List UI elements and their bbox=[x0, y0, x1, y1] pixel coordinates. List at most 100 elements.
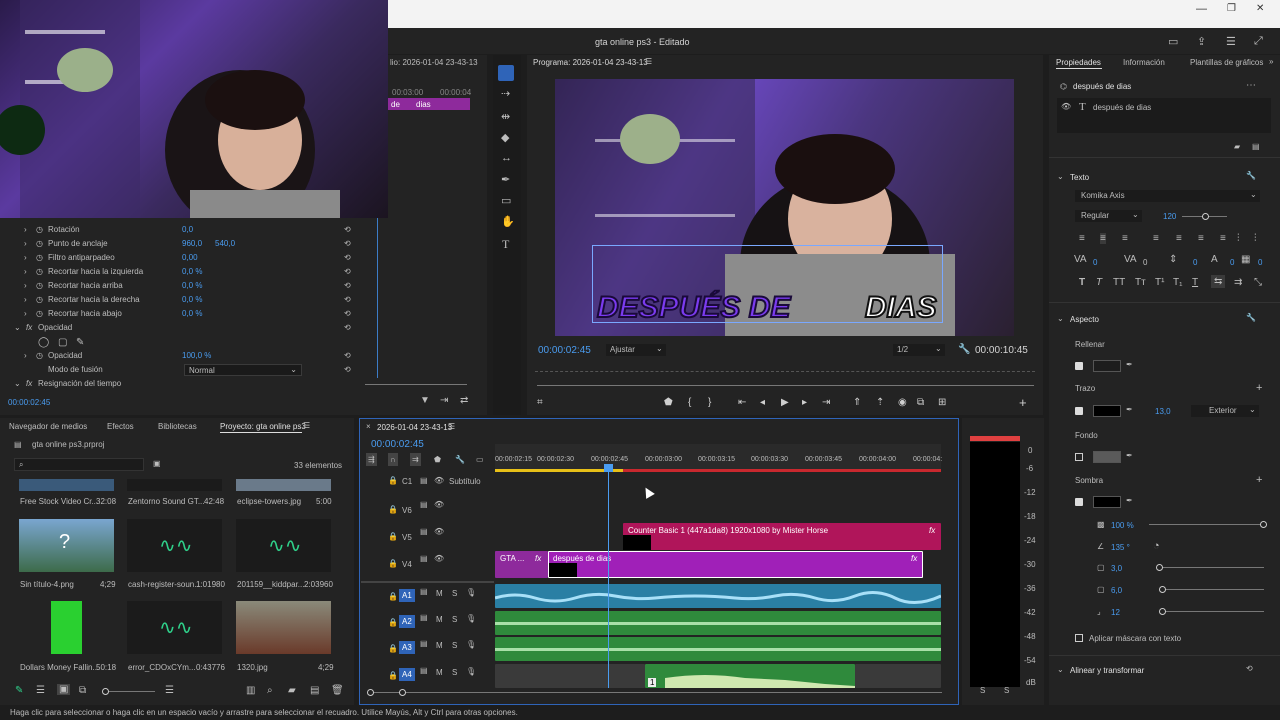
thumb-201159[interactable]: ∿∿ bbox=[236, 519, 331, 572]
ec-opacity-row[interactable]: › ◷ Opacidad 100,0 % ⟲ bbox=[14, 351, 354, 365]
justify-left-icon[interactable]: ≡ bbox=[1153, 233, 1159, 244]
fullscreen-icon[interactable]: ⤢ bbox=[1254, 35, 1263, 48]
reset-icon[interactable]: ⟲ bbox=[344, 253, 351, 262]
item-name[interactable]: error_CDOxCYm... bbox=[128, 663, 196, 672]
new-layer-icon[interactable]: ▤ bbox=[1252, 142, 1260, 151]
item-name[interactable]: eclipse-towers.jpg bbox=[237, 497, 301, 506]
shadow-size[interactable]: 6,0 bbox=[1111, 586, 1122, 595]
ec-row-value[interactable]: 960,0 bbox=[182, 239, 202, 248]
rect-mask-icon[interactable]: ▢ bbox=[58, 337, 67, 348]
panel-menu-icon[interactable]: ☰ bbox=[303, 421, 310, 430]
lock-icon[interactable]: 🔒 bbox=[388, 476, 398, 485]
ec-row-value[interactable]: 0,0 % bbox=[182, 295, 202, 304]
project-search-input[interactable]: ⌕ bbox=[14, 458, 144, 471]
lock-icon[interactable]: 🔒 bbox=[388, 505, 398, 514]
sync-icon[interactable]: ▤ bbox=[420, 639, 428, 648]
step-back-icon[interactable]: ◂ bbox=[760, 397, 765, 408]
program-scrubber[interactable] bbox=[535, 362, 1035, 372]
ec-row[interactable]: › ◷ Rotación 0,0 ⟲ bbox=[14, 225, 354, 239]
panel-menu-icon[interactable]: ☰ bbox=[448, 422, 455, 431]
snap-icon[interactable]: ⇶ bbox=[366, 453, 377, 466]
wrench-icon[interactable]: 🔧 bbox=[1246, 313, 1256, 322]
tab-properties[interactable]: Propiedades bbox=[1056, 58, 1101, 67]
sync-icon[interactable]: ▤ bbox=[420, 554, 428, 563]
reset-icon[interactable]: ⟲ bbox=[1246, 664, 1253, 673]
timeline-zoom-bar[interactable] bbox=[372, 692, 942, 693]
pen-tool-icon[interactable]: ✒ bbox=[501, 173, 510, 186]
captions-icon[interactable]: ▭ bbox=[476, 455, 484, 464]
lock-icon[interactable]: 🔒 bbox=[388, 559, 398, 568]
mask-checkbox[interactable] bbox=[1075, 634, 1083, 642]
ec-row[interactable]: › ◷ Recortar hacia abajo 0,0 % ⟲ bbox=[14, 309, 354, 323]
font-size-value[interactable]: 120 bbox=[1163, 212, 1176, 221]
close-sequence-icon[interactable]: × bbox=[366, 422, 371, 431]
text-bounding-box[interactable] bbox=[592, 245, 943, 323]
mic-icon[interactable]: 🎙 bbox=[466, 640, 476, 649]
tab-media-browser[interactable]: Navegador de medios bbox=[9, 422, 87, 431]
eye-icon[interactable]: 👁 bbox=[434, 527, 444, 536]
subscript-icon[interactable]: T₁ bbox=[1173, 277, 1182, 288]
justify-all-icon[interactable]: ≡ bbox=[1220, 233, 1226, 244]
reset-icon[interactable]: ⟲ bbox=[344, 281, 351, 290]
insert-nest-icon[interactable]: ⇉ bbox=[410, 453, 421, 466]
faux-italic-icon[interactable]: T bbox=[1096, 277, 1102, 288]
leading-value[interactable]: 0 bbox=[1193, 258, 1197, 267]
eye-icon[interactable]: 👁 bbox=[434, 554, 444, 563]
reset-icon[interactable]: ⟲ bbox=[344, 225, 351, 234]
mic-icon[interactable]: 🎙 bbox=[466, 588, 476, 597]
eyedropper-icon[interactable]: ✒ bbox=[1126, 405, 1133, 414]
thumb-zentorno[interactable] bbox=[127, 479, 222, 491]
sync-icon[interactable]: ▤ bbox=[420, 500, 428, 509]
minimize-button[interactable]: — bbox=[1196, 3, 1207, 15]
baseline-value[interactable]: 0 bbox=[1230, 258, 1234, 267]
safe-margins-icon[interactable]: ⌗ bbox=[537, 397, 543, 408]
new-item-icon[interactable]: ▤ bbox=[310, 685, 319, 696]
ec-blend-row[interactable]: Modo de fusión Normal ⌄ ⟲ bbox=[14, 364, 354, 379]
lock-icon[interactable]: 🔒 bbox=[388, 618, 398, 627]
clip-despues[interactable]: después de dias fx bbox=[548, 551, 923, 578]
lock-icon[interactable]: 🔒 bbox=[388, 592, 398, 601]
shadow-distance-slider[interactable] bbox=[1159, 567, 1264, 568]
fit-select[interactable]: Ajustar ⌄ bbox=[606, 344, 666, 356]
slip-tool-icon[interactable]: ↔ bbox=[501, 152, 512, 164]
track-name[interactable]: A4 bbox=[399, 668, 415, 681]
settings-icon[interactable]: ☰ bbox=[1226, 35, 1236, 48]
mic-icon[interactable]: 🎙 bbox=[466, 614, 476, 623]
list-view-icon[interactable]: ☰ bbox=[36, 685, 45, 696]
find-icon[interactable]: ⌕ bbox=[267, 685, 273, 696]
linked-selection-icon[interactable]: ∩ bbox=[388, 453, 398, 466]
sort-icon[interactable]: ☰ bbox=[165, 685, 174, 696]
item-name[interactable]: Zentorno Sound GT... bbox=[128, 497, 205, 506]
more-options-icon[interactable]: ⋯ bbox=[1246, 80, 1256, 91]
ec-timecode[interactable]: 00:00:02:45 bbox=[8, 398, 50, 407]
thumb-free-stock[interactable] bbox=[19, 479, 114, 491]
align-right-icon[interactable]: ≡ bbox=[1122, 233, 1128, 244]
reset-icon[interactable]: ⟲ bbox=[344, 365, 351, 374]
go-to-out-icon[interactable]: ⇥ bbox=[822, 397, 830, 408]
reset-icon[interactable]: ⟲ bbox=[344, 295, 351, 304]
tab-project[interactable]: Proyecto: gta online ps3 bbox=[220, 422, 306, 431]
audio-clip-a2[interactable] bbox=[495, 611, 941, 635]
background-swatch[interactable] bbox=[1093, 451, 1121, 463]
trash-icon[interactable]: 🗑 bbox=[331, 685, 344, 696]
shadow-blur-slider[interactable] bbox=[1162, 611, 1264, 612]
tab-graphics-templates[interactable]: Plantillas de gráficos bbox=[1190, 58, 1263, 67]
kerning-value[interactable]: 0 bbox=[1143, 258, 1147, 267]
new-bin-icon[interactable]: ▣ bbox=[153, 459, 161, 468]
ec-row-value[interactable]: 0,0 % bbox=[182, 267, 202, 276]
ec-opacity-value[interactable]: 100,0 % bbox=[182, 351, 211, 360]
bottom-align-icon[interactable]: ⫶ bbox=[1254, 233, 1257, 244]
reset-icon[interactable]: ⟲ bbox=[344, 239, 351, 248]
marker-icon[interactable]: ⬟ bbox=[664, 397, 673, 408]
thumb-sin-titulo[interactable]: ? bbox=[19, 519, 114, 572]
timeline-wrench-icon[interactable]: 🔧 bbox=[455, 455, 465, 464]
time-remap-section[interactable]: ⌄ fx Resignación del tiempo bbox=[14, 379, 354, 393]
selection-tool-icon[interactable] bbox=[498, 65, 514, 81]
lock-icon[interactable]: 🔒 bbox=[388, 644, 398, 653]
solo-right[interactable]: S bbox=[1004, 686, 1009, 695]
close-button[interactable]: ✕ bbox=[1256, 3, 1264, 14]
program-zoom-bar[interactable] bbox=[537, 385, 1034, 386]
eyedropper-icon[interactable]: ✒ bbox=[1126, 451, 1133, 460]
align-center-icon[interactable]: ≡ bbox=[1100, 233, 1106, 244]
font-style-select[interactable]: Regular ⌄ bbox=[1075, 210, 1142, 222]
